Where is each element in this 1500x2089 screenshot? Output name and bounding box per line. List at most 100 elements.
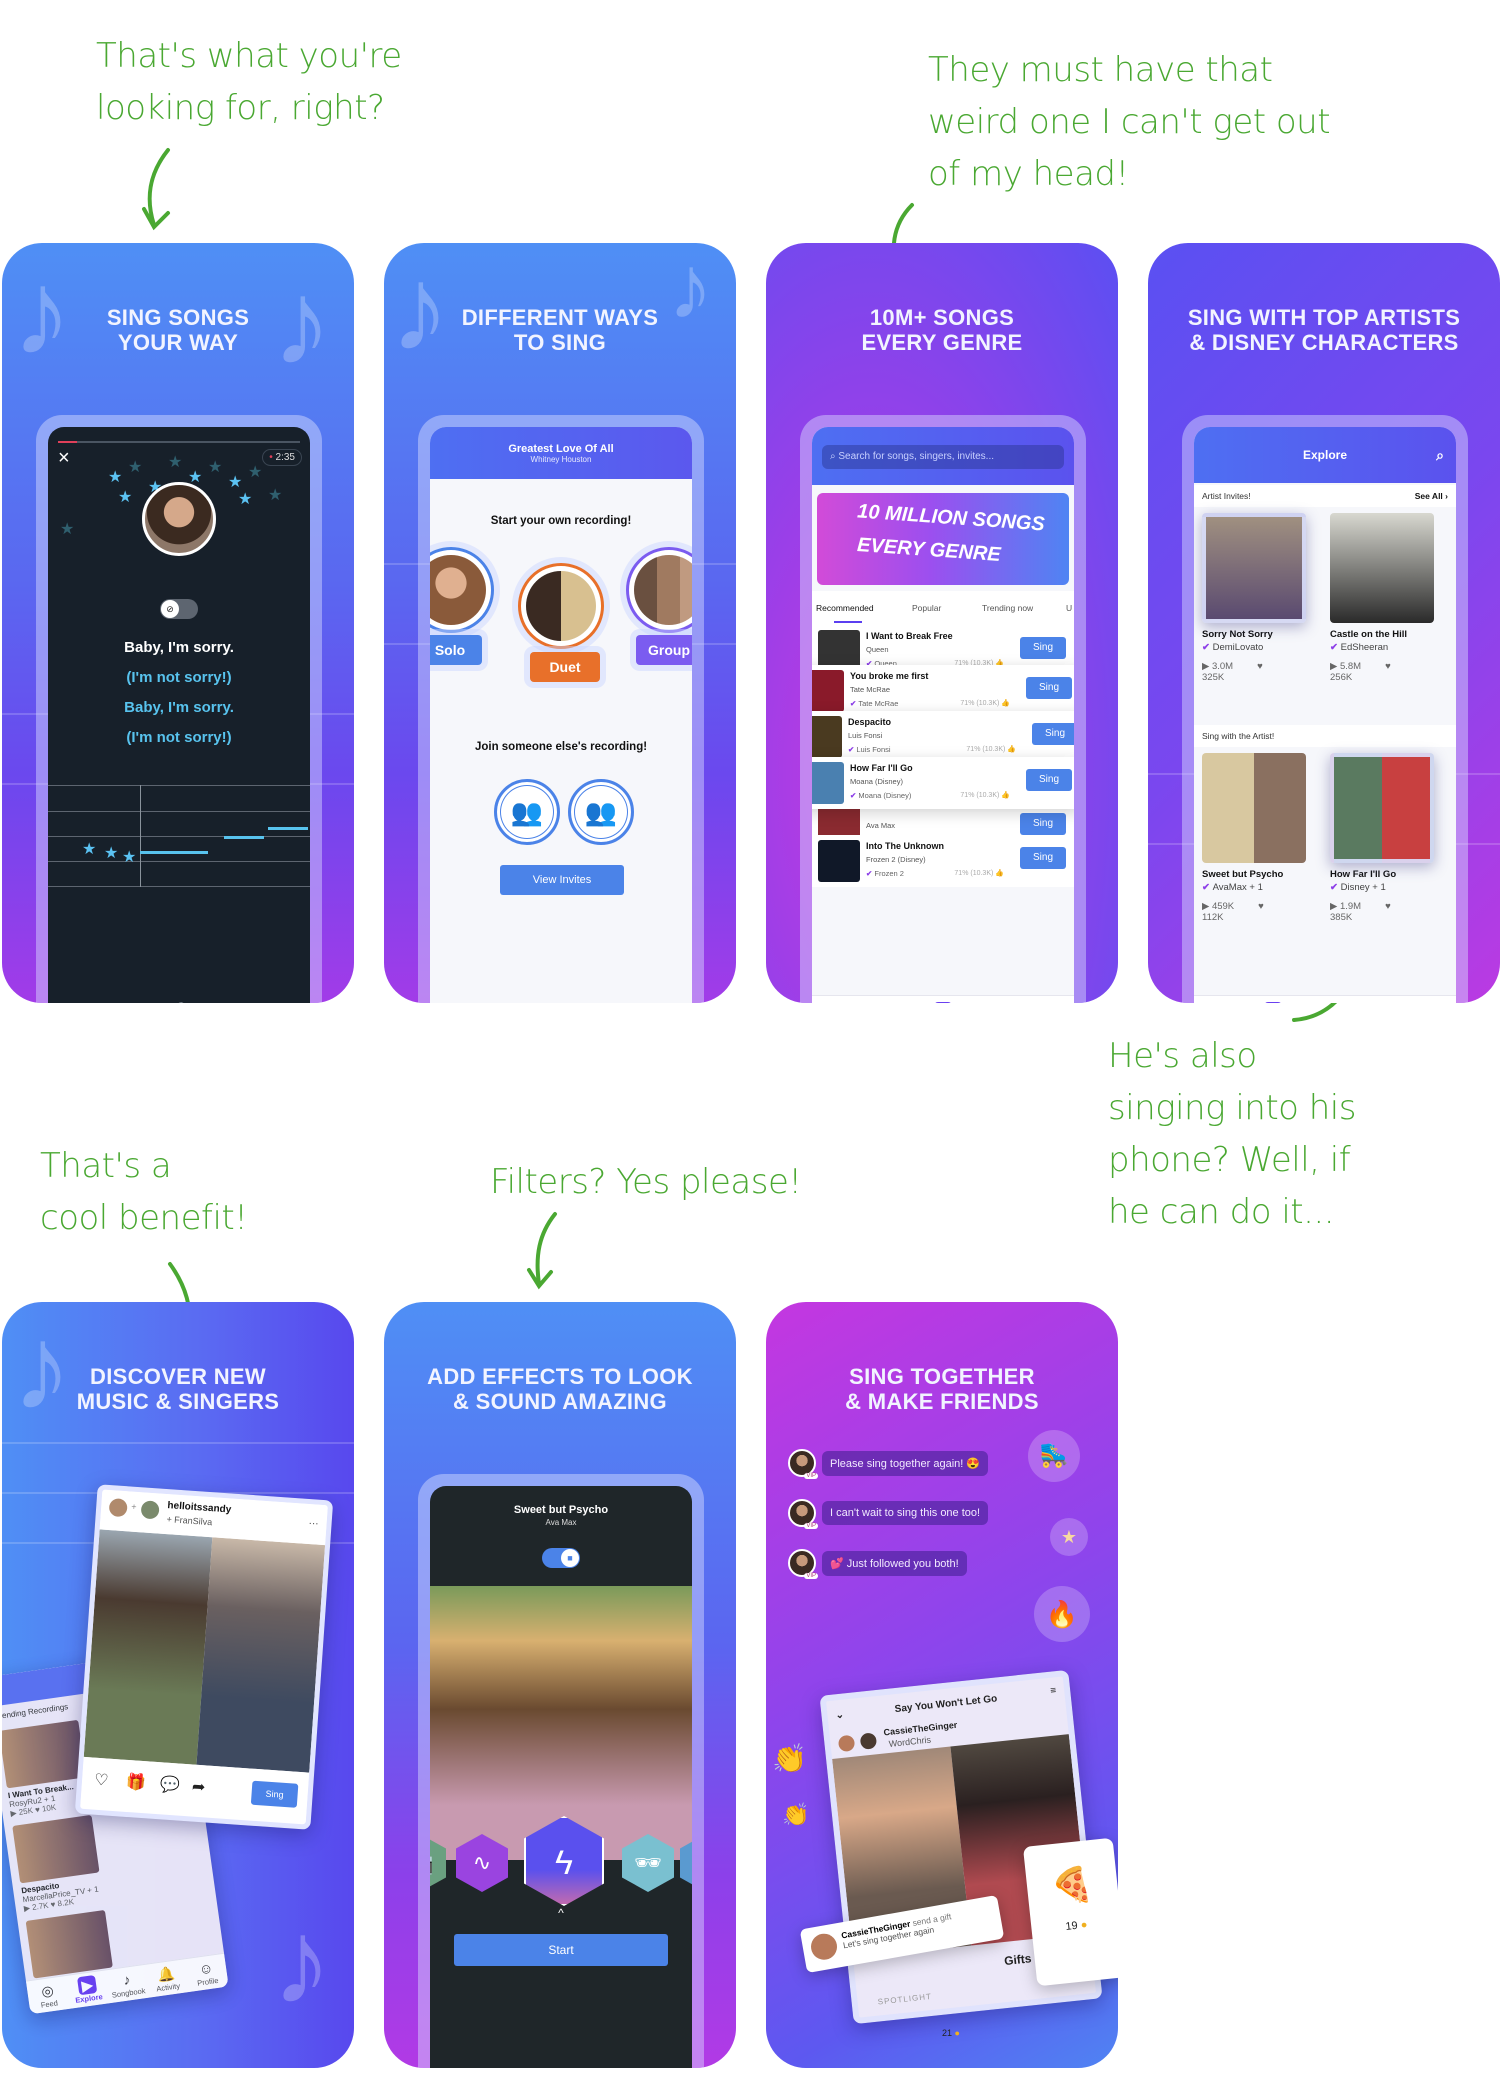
coin-icon: ● <box>954 2028 960 2038</box>
clap-sticker: 👏 <box>782 1802 810 1827</box>
tab-feed[interactable]: ◎Feed <box>26 1979 69 2011</box>
song-title: How Far I'll Go <box>850 763 913 773</box>
comment-bubble: 💕 Just followed you both! <box>822 1550 967 1576</box>
section-sing-with-artist: Sing with the Artist! <box>1194 725 1456 747</box>
card-top-artists: SING WITH TOP ARTISTS & DISNEY CHARACTER… <box>1148 243 1500 1003</box>
sing-button[interactable]: Sing <box>1020 847 1066 869</box>
more-icon[interactable]: ··· <box>308 1518 319 1530</box>
menu-icon[interactable]: ≡ <box>1050 1685 1057 1697</box>
tab-songbook[interactable]: ♪Songbook <box>106 1968 149 2000</box>
arrow-icon <box>527 1212 557 1290</box>
artist-card[interactable]: How Far I'll Go ✔ Disney + 1 ▶ 1.9M ♥ 385K <box>1330 753 1434 923</box>
search-input[interactable]: ⌕ Search for songs, singers, invites... <box>822 445 1064 469</box>
view-invites-button[interactable]: View Invites <box>500 865 624 895</box>
tab-popular[interactable]: Popular <box>912 603 941 613</box>
partner-avatar <box>140 1500 160 1520</box>
artist-card[interactable]: Sorry Not Sorry ✔ DemiLovato ▶ 3.0M ♥ 325K <box>1202 513 1306 683</box>
tab-recommended[interactable]: Recommended <box>816 603 874 613</box>
search-icon[interactable]: ⌕ <box>1436 427 1444 483</box>
song-artist: Whitney Houston <box>530 455 592 464</box>
tab-activity[interactable]: 🔔Activity <box>972 1002 1018 1003</box>
post-username[interactable]: helloitssandy <box>167 1500 232 1515</box>
verified-badge-icon: ✔ <box>1202 642 1213 653</box>
duet-join-icon[interactable]: 👥 <box>494 779 560 845</box>
tab-explore[interactable]: ▶Explore <box>66 1973 109 2005</box>
comment-icon[interactable]: 💬 <box>159 1774 180 1795</box>
promo-banner[interactable]: 10 MILLION SONGS EVERY GENRE <box>817 493 1069 585</box>
video-left <box>83 1529 213 1765</box>
recording-title: How Far I'll Go <box>1330 869 1397 880</box>
tab-label: Profile <box>196 1975 219 1988</box>
close-icon[interactable]: × <box>58 447 70 470</box>
tab-songbook[interactable]: ♪Songbook <box>920 1002 966 1003</box>
tab-profile[interactable]: ☺Profile <box>1025 1002 1071 1003</box>
post-partner[interactable]: WordChris <box>888 1735 931 1749</box>
solo-avatar[interactable] <box>430 547 494 633</box>
tab-feed[interactable]: ◎Feed <box>1197 1002 1243 1003</box>
card-discover-new-music: ♪ ♪ DISCOVER NEW MUSIC & SINGERS Expl Tr… <box>2 1302 354 2068</box>
album-art <box>812 762 844 804</box>
recording-title: Sweet but Psycho <box>1202 869 1284 880</box>
sing-button[interactable]: Sing <box>1026 677 1072 699</box>
tab-more[interactable]: U <box>1066 603 1072 613</box>
duet-button[interactable]: Duet <box>530 652 600 682</box>
chevron-down-icon[interactable]: ⌄ <box>835 1710 844 1722</box>
solo-button[interactable]: Solo <box>430 635 482 665</box>
start-button[interactable]: Start <box>454 1934 668 1966</box>
join-heading: Join someone else's recording! <box>474 741 648 753</box>
tab-feed[interactable]: ◎Feed <box>815 1002 861 1003</box>
duet-avatar[interactable] <box>518 563 604 649</box>
sing-button[interactable]: Sing <box>250 1780 299 1808</box>
card-title: DIFFERENT WAYS TO SING <box>461 305 659 355</box>
song-row[interactable]: You broke me first Tate McRae ✔ Tate McRae… <box>812 665 1074 717</box>
user-avatar <box>808 1931 840 1962</box>
artist-card[interactable]: Castle on the Hill ✔ EdSheeran ▶ 5.8M ♥ 256… <box>1330 513 1434 683</box>
see-all-link[interactable]: See All › <box>1415 491 1448 501</box>
commenter-avatar[interactable]: VIP <box>788 1449 818 1479</box>
sing-button[interactable]: Sing <box>1020 813 1066 835</box>
chevron-up-icon[interactable]: ^ <box>430 1906 692 1920</box>
sing-button[interactable]: Sing <box>1020 637 1066 659</box>
tab-activity[interactable]: 🔔Activity <box>145 1962 188 1994</box>
song-artist: Ava Max <box>866 821 896 830</box>
heart-icon[interactable]: ♡ <box>93 1770 109 1791</box>
sing-button[interactable]: Sing <box>1026 769 1072 791</box>
group-join-icon[interactable]: 👥 <box>568 779 634 845</box>
tab-songbook[interactable]: ♪Songbook <box>1302 1002 1348 1003</box>
tab-profile[interactable]: ☺Profile <box>185 1957 228 1989</box>
commenter-avatar[interactable]: VIP <box>788 1499 818 1529</box>
song-title: Sweet but Psycho <box>513 1504 609 1516</box>
speaker-icon[interactable]: 🔊 <box>171 1002 188 1003</box>
share-icon[interactable]: ➦ <box>191 1776 206 1797</box>
post-partner[interactable]: + FranSilva <box>166 1514 212 1527</box>
video-toggle[interactable]: ⊘ <box>160 599 198 619</box>
song-artist: Queen <box>866 645 889 654</box>
tab-profile[interactable]: ☺Profile <box>1407 1002 1453 1003</box>
tab-trending-now[interactable]: Trending now <box>982 603 1033 613</box>
search-placeholder: Search for songs, singers, invites... <box>838 451 995 462</box>
tab-activity[interactable]: 🔔Activity <box>1354 1002 1400 1003</box>
song-row[interactable]: How Far I'll Go Moana (Disney) ✔ Moana (Di… <box>812 757 1074 809</box>
tab-explore[interactable]: ▶Explore <box>868 1002 914 1003</box>
tab-explore[interactable]: ▶Explore <box>1250 1002 1296 1003</box>
recording-title: Castle on the Hill <box>1330 629 1408 640</box>
song-header: Greatest Love Of All Whitney Houston <box>430 427 692 479</box>
gift-icon[interactable]: 🎁 <box>125 1772 146 1793</box>
video-toggle[interactable]: ■ <box>542 1548 580 1568</box>
song-row[interactable]: Into The Unknown Frozen 2 (Disney) ✔ Froze… <box>812 835 1074 887</box>
song-progress-bar[interactable] <box>58 441 300 443</box>
commenter-avatar[interactable]: VIP <box>788 1549 818 1579</box>
annotation-note-1: That's what you're looking for, right? <box>96 36 402 128</box>
gift-card-pizza[interactable]: 🍕 19 ● <box>1022 1837 1118 1987</box>
song-row[interactable]: Despacito Luis Fonsi ✔ Luis Fonsi 71% (10.3… <box>812 711 1074 763</box>
group-button[interactable]: Group <box>636 635 692 665</box>
rating-value: 71% (10.3K) <box>960 792 1000 799</box>
artist-card[interactable]: Sweet but Psycho ✔ AvaMax + 1 ▶ 459K ♥ 112K <box>1202 753 1306 923</box>
recording-post-card[interactable]: + helloitssandy + FranSilva ··· ♡ 🎁 💬 ➦ … <box>74 1484 334 1830</box>
profile-icon: ☺ <box>1407 1002 1453 1003</box>
sing-button[interactable]: Sing <box>1032 723 1074 745</box>
songbook-screen: ⌕ Search for songs, singers, invites... … <box>812 427 1074 1003</box>
lyric-line: Baby, I'm sorry. <box>124 639 234 656</box>
songbook-icon: ♪ <box>1302 1002 1348 1003</box>
group-avatar[interactable] <box>626 547 692 633</box>
